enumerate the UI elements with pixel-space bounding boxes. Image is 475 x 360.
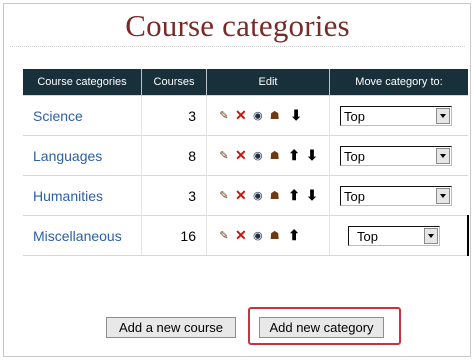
move-up-arrow-icon[interactable]: ⬆ bbox=[288, 147, 301, 164]
category-name-cell: Miscellaneous bbox=[23, 215, 142, 256]
header-move-category: Move category to: bbox=[329, 69, 468, 96]
hide-eye-icon[interactable]: ◉ bbox=[252, 109, 264, 122]
table-row: Languages 8 ✎ ✕ ◉ ☗ ⬆ ⬇ Top bbox=[23, 135, 468, 176]
move-category-cell: Top bbox=[329, 95, 468, 136]
course-count: 3 bbox=[141, 95, 207, 136]
hide-eye-icon[interactable]: ◉ bbox=[252, 229, 264, 242]
category-name-cell: Science bbox=[23, 95, 142, 136]
hide-eye-icon[interactable]: ◉ bbox=[252, 149, 264, 162]
add-category-button[interactable]: Add new category bbox=[259, 317, 384, 338]
edit-icon[interactable]: ✎ bbox=[218, 189, 230, 202]
header-course-categories[interactable]: Course categories bbox=[23, 69, 142, 96]
course-count: 16 bbox=[141, 215, 207, 256]
category-link-humanities[interactable]: Humanities bbox=[33, 188, 103, 204]
edit-actions: ✎ ✕ ◉ ☗ ⬇ bbox=[206, 95, 330, 136]
move-category-value: Top bbox=[357, 228, 378, 244]
move-category-value: Top bbox=[344, 188, 365, 204]
move-category-cell: Top bbox=[329, 175, 468, 216]
move-category-cell: Top bbox=[329, 135, 468, 176]
delete-icon[interactable]: ✕ bbox=[235, 227, 247, 244]
table-row: Science 3 ✎ ✕ ◉ ☗ ⬇ Top bbox=[23, 95, 468, 136]
edit-actions: ✎ ✕ ◉ ☗ ⬆ ⬇ bbox=[206, 175, 330, 216]
title-divider bbox=[10, 46, 465, 47]
assign-roles-icon[interactable]: ☗ bbox=[269, 109, 281, 122]
dropdown-arrow-icon[interactable] bbox=[424, 227, 438, 244]
course-count: 8 bbox=[141, 135, 207, 176]
delete-icon[interactable]: ✕ bbox=[235, 107, 247, 124]
assign-roles-icon[interactable]: ☗ bbox=[269, 229, 281, 242]
move-category-select[interactable]: Top bbox=[340, 145, 452, 166]
edit-actions: ✎ ✕ ◉ ☗ ⬆ ⬇ bbox=[206, 135, 330, 176]
category-name-cell: Languages bbox=[23, 135, 142, 176]
dropdown-arrow-icon[interactable] bbox=[436, 107, 450, 124]
move-category-select[interactable]: Top bbox=[348, 225, 440, 246]
delete-icon[interactable]: ✕ bbox=[235, 187, 247, 204]
move-category-select[interactable]: Top bbox=[340, 105, 452, 126]
move-down-arrow-icon[interactable]: ⬇ bbox=[305, 187, 318, 204]
category-link-miscellaneous[interactable]: Miscellaneous bbox=[33, 228, 122, 244]
move-up-arrow-icon[interactable]: ⬆ bbox=[288, 187, 301, 204]
edit-actions: ✎ ✕ ◉ ☗ ⬆ bbox=[206, 215, 330, 256]
dropdown-arrow-icon[interactable] bbox=[436, 147, 450, 164]
move-up-arrow-icon[interactable]: ⬆ bbox=[288, 227, 301, 244]
category-link-languages[interactable]: Languages bbox=[33, 148, 102, 164]
edit-icon[interactable]: ✎ bbox=[218, 149, 230, 162]
move-down-arrow-icon[interactable]: ⬇ bbox=[305, 147, 318, 164]
page-title: Course categories bbox=[125, 8, 350, 43]
add-course-button[interactable]: Add a new course bbox=[106, 317, 236, 338]
edit-icon[interactable]: ✎ bbox=[218, 109, 230, 122]
table-row: Humanities 3 ✎ ✕ ◉ ☗ ⬆ ⬇ Top bbox=[23, 175, 468, 216]
assign-roles-icon[interactable]: ☗ bbox=[269, 189, 281, 202]
category-link-science[interactable]: Science bbox=[33, 108, 83, 124]
move-category-value: Top bbox=[344, 148, 365, 164]
dropdown-arrow-icon[interactable] bbox=[436, 187, 450, 204]
move-category-value: Top bbox=[344, 108, 365, 124]
table-header-row: Course categories Courses Edit Move cate… bbox=[23, 69, 468, 96]
categories-table: Course categories Courses Edit Move cate… bbox=[23, 69, 469, 256]
delete-icon[interactable]: ✕ bbox=[235, 147, 247, 164]
move-down-arrow-icon[interactable]: ⬇ bbox=[290, 107, 303, 124]
header-edit: Edit bbox=[206, 69, 330, 96]
edit-icon[interactable]: ✎ bbox=[218, 229, 230, 242]
hide-eye-icon[interactable]: ◉ bbox=[252, 189, 264, 202]
assign-roles-icon[interactable]: ☗ bbox=[269, 149, 281, 162]
category-name-cell: Humanities bbox=[23, 175, 142, 216]
move-category-cell: Top bbox=[329, 215, 469, 256]
move-category-select[interactable]: Top bbox=[340, 185, 452, 206]
table-row: Miscellaneous 16 ✎ ✕ ◉ ☗ ⬆ Top bbox=[23, 215, 469, 256]
header-courses[interactable]: Courses bbox=[141, 69, 207, 96]
course-count: 3 bbox=[141, 175, 207, 216]
